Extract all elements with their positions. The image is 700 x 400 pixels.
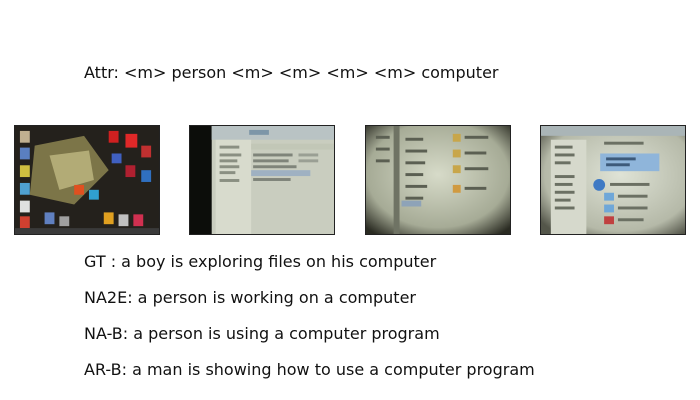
video-frame-file-explorer-3 — [540, 125, 686, 235]
caption-nab: NA-B: a person is using a computer progr… — [84, 324, 440, 343]
caption-arb: AR-B: a man is showing how to use a comp… — [84, 360, 535, 379]
video-frame-file-explorer-1 — [189, 125, 335, 235]
video-frame-file-explorer-2 — [365, 125, 511, 235]
video-frame-desktop — [14, 125, 160, 235]
caption-gt: GT : a boy is exploring files on his com… — [84, 252, 437, 271]
caption-na2e: NA2E: a person is working on a computer — [84, 288, 416, 307]
